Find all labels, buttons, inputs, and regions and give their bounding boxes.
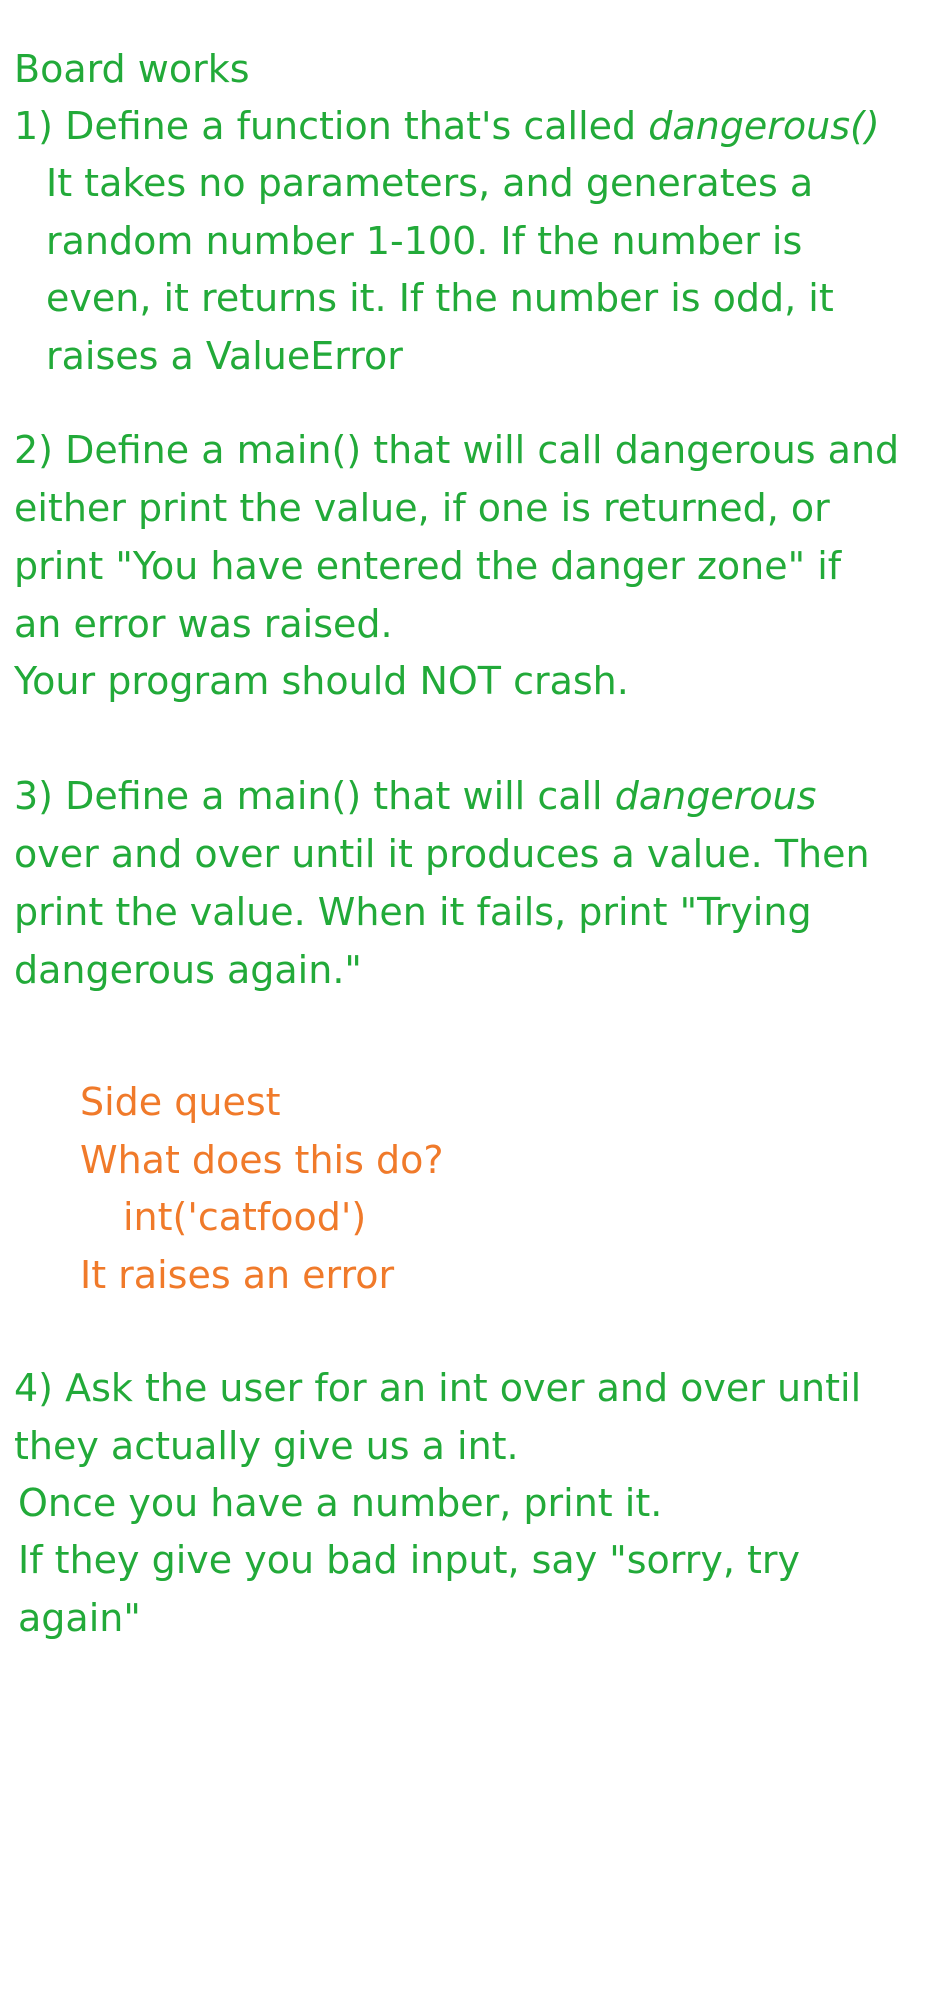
side-quest-answer: It raises an error	[80, 1253, 395, 1297]
task-2-line-1: 2) Define a main() that will call danger…	[14, 428, 900, 472]
side-quest-title: Side quest	[80, 1080, 281, 1124]
task-4-line-2: they actually give us a int.	[14, 1424, 519, 1468]
task-3-function-name: dangerous	[614, 774, 817, 818]
heading: Board works	[14, 47, 250, 91]
side-quest-code: int('catfood')	[123, 1195, 367, 1239]
task-3-prefix: 3) Define a main() that will call	[14, 774, 615, 818]
task-1-function-name: dangerous()	[648, 104, 880, 148]
task-1-line-2: It takes no parameters, and generates a	[46, 161, 814, 205]
task-2-line-5: Your program should NOT crash.	[14, 659, 629, 703]
task-2-line-2: either print the value, if one is return…	[14, 486, 830, 530]
task-1-line-3: random number 1-100. If the number is	[46, 219, 803, 263]
task-4-line-4: If they give you bad input, say "sorry, …	[18, 1538, 801, 1582]
task-3-line-1: 3) Define a main() that will call danger…	[14, 767, 816, 825]
task-3-line-3: print the value. When it fails, print "T…	[14, 890, 812, 934]
task-1-line-5: raises a ValueError	[46, 334, 403, 378]
task-3-line-4: dangerous again."	[14, 948, 362, 992]
task-2-line-4: an error was raised.	[14, 602, 393, 646]
task-1-prefix: 1) Define a function that's called	[14, 104, 649, 148]
task-1-line-1: 1) Define a function that's called dange…	[14, 97, 880, 155]
task-4-line-5: again"	[18, 1596, 141, 1640]
task-1-line-4: even, it returns it. If the number is od…	[46, 276, 834, 320]
task-4-line-1: 4) Ask the user for an int over and over…	[14, 1366, 862, 1410]
task-4-line-3: Once you have a number, print it.	[18, 1481, 663, 1525]
side-quest-question: What does this do?	[80, 1138, 444, 1182]
task-2-line-3: print "You have entered the danger zone"…	[14, 544, 842, 588]
task-3-line-2: over and over until it produces a value.…	[14, 832, 870, 876]
